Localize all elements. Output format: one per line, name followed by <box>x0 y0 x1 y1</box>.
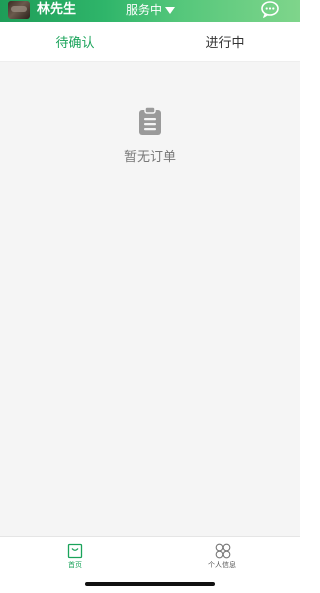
tab-pending-confirmation[interactable]: 待确认 <box>0 22 150 61</box>
nav-label-profile: 个人信息 <box>208 561 236 569</box>
home-indicator[interactable] <box>85 582 215 586</box>
tab-in-progress[interactable]: 进行中 <box>150 22 300 61</box>
clipboard-icon <box>139 106 161 135</box>
message-button[interactable] <box>260 0 280 20</box>
nav-label-home: 首页 <box>68 561 82 569</box>
bag-icon <box>67 543 83 559</box>
service-status-dropdown[interactable]: 服务中 <box>126 1 176 19</box>
dropdown-arrow-icon <box>165 7 176 14</box>
chat-bubble-icon <box>261 1 279 18</box>
app-screen: 林先生 服务中 待确认 进行中 暂无订单 首页 个人信息 <box>0 0 300 593</box>
empty-state-text: 暂无订单 <box>123 150 176 165</box>
empty-order-state: 暂无订单 <box>0 106 300 165</box>
service-status-label: 服务中 <box>126 3 163 17</box>
top-header: 林先生 服务中 <box>0 0 300 22</box>
driver-name: 林先生 <box>37 2 77 17</box>
order-tabs: 待确认 进行中 <box>0 22 300 62</box>
grid-petal-icon <box>215 543 231 559</box>
avatar[interactable] <box>8 1 30 19</box>
